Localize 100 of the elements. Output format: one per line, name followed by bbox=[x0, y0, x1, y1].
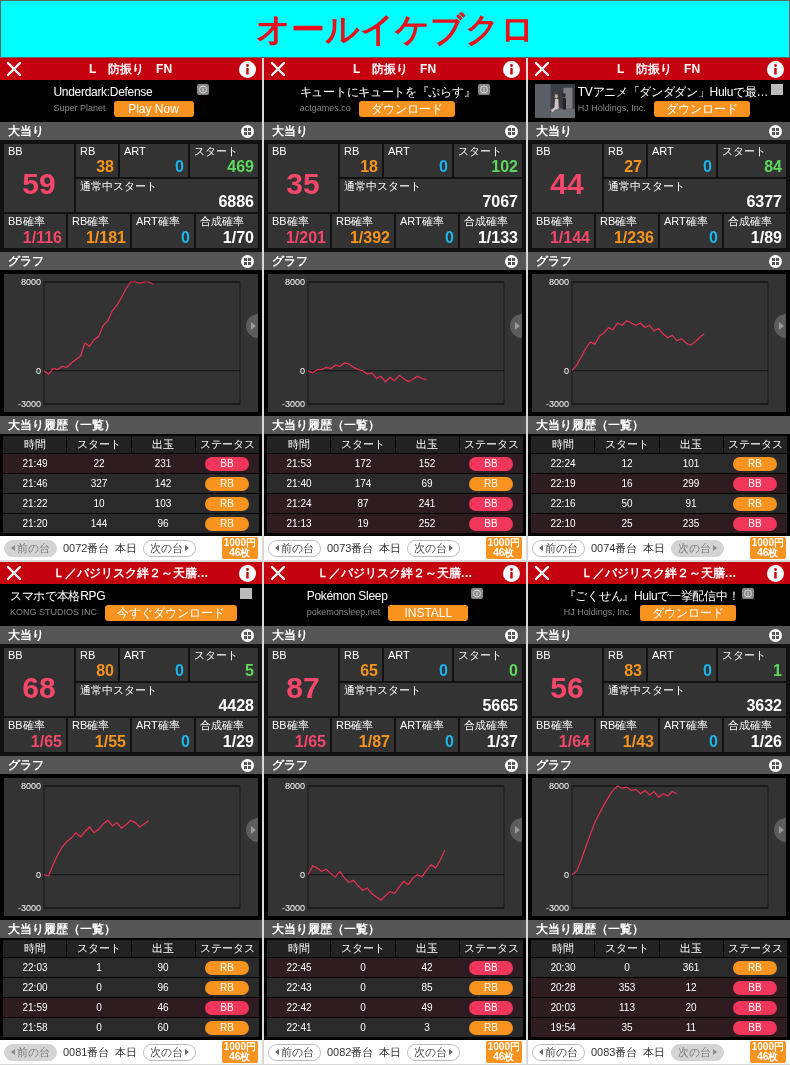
machine-title: Ｌ／バジリスク絆２～天膳… bbox=[316, 565, 473, 582]
next-graph-handle[interactable] bbox=[774, 818, 786, 842]
ad-info-icon[interactable] bbox=[478, 84, 491, 95]
next-graph-handle[interactable] bbox=[510, 818, 522, 842]
next-machine-button[interactable]: 次の台 bbox=[143, 1043, 197, 1061]
next-machine-button[interactable]: 次の台 bbox=[143, 539, 197, 557]
column-header: スタート bbox=[67, 436, 131, 453]
ad-cta-button[interactable]: ダウンロード bbox=[358, 100, 455, 117]
stat-value: 6886 bbox=[218, 194, 254, 210]
stat-label: BB確率 bbox=[8, 720, 46, 731]
ad-info-icon[interactable] bbox=[742, 588, 755, 599]
column-header: 出玉 bbox=[131, 940, 195, 957]
table-cell-text: 60 bbox=[156, 1022, 170, 1033]
ad-choice-icon[interactable] bbox=[771, 84, 784, 95]
grid-icon[interactable] bbox=[769, 758, 782, 772]
column-header: スタート bbox=[595, 436, 659, 453]
grid-icon[interactable] bbox=[769, 628, 782, 642]
grid-icon[interactable] bbox=[769, 124, 782, 138]
stat-label: BB確率 bbox=[8, 216, 46, 227]
ad-cta-button[interactable]: 今すぐダウンロード bbox=[105, 604, 237, 621]
caret-icon bbox=[185, 545, 190, 551]
stat-value: 1/181 bbox=[85, 230, 126, 246]
close-icon[interactable] bbox=[6, 61, 22, 77]
table-cell-text: 19 bbox=[356, 518, 370, 529]
axis-tick-label: 8000 bbox=[20, 277, 41, 287]
close-icon[interactable] bbox=[534, 565, 550, 581]
stat-value: 1/87 bbox=[358, 734, 390, 750]
info-icon[interactable] bbox=[503, 60, 520, 78]
table-cell-text: 12 bbox=[620, 458, 634, 469]
next-graph-handle[interactable] bbox=[774, 314, 786, 338]
stat-label: RB確率 bbox=[336, 216, 375, 227]
info-icon[interactable] bbox=[503, 564, 520, 582]
grid-icon[interactable] bbox=[769, 254, 782, 268]
ad-advertiser: Super Planet bbox=[53, 104, 106, 113]
table-cell-text: 42 bbox=[420, 962, 434, 973]
axis-tick-label: -3000 bbox=[281, 903, 305, 913]
column-header: 時間 bbox=[531, 436, 595, 453]
axis-tick-label: 8000 bbox=[284, 781, 305, 791]
column-header: スタート bbox=[331, 436, 395, 453]
table-cell-text: 21:58 bbox=[21, 1022, 49, 1033]
stat-value: 1/89 bbox=[750, 230, 782, 246]
ad-info-icon[interactable] bbox=[196, 84, 209, 95]
next-machine-button[interactable]: 次の台 bbox=[407, 539, 461, 557]
close-icon[interactable] bbox=[270, 61, 286, 77]
info-icon[interactable] bbox=[767, 60, 784, 78]
grid-icon[interactable] bbox=[505, 254, 518, 268]
grid-icon[interactable] bbox=[505, 124, 518, 138]
stat-value: 83 bbox=[624, 663, 642, 679]
grid-icon[interactable] bbox=[505, 628, 518, 642]
previous-machine-button[interactable]: 前の台 bbox=[268, 1043, 321, 1061]
grid-icon[interactable] bbox=[241, 628, 254, 642]
status-badge: RB bbox=[469, 1020, 513, 1035]
ad-cta-button[interactable]: Play Now bbox=[113, 100, 194, 117]
next-graph-handle[interactable] bbox=[246, 818, 258, 842]
ad-cta-button[interactable]: ダウンロード bbox=[653, 100, 750, 117]
column-header: 時間 bbox=[3, 436, 67, 453]
status-badge: BB bbox=[733, 476, 777, 491]
grid-icon[interactable] bbox=[241, 758, 254, 772]
info-icon[interactable] bbox=[239, 60, 256, 78]
stat-value: 4428 bbox=[218, 698, 254, 714]
grid-icon[interactable] bbox=[505, 758, 518, 772]
table-cell-text: 96 bbox=[156, 518, 170, 529]
table-cell-text: 22:16 bbox=[549, 498, 577, 509]
stat-label: RB bbox=[608, 650, 625, 661]
table-cell-text: 142 bbox=[153, 478, 173, 489]
previous-machine-button[interactable]: 前の台 bbox=[268, 539, 321, 557]
status-badge: BB bbox=[205, 1000, 249, 1015]
section-title: グラフ bbox=[536, 255, 572, 267]
status-badge: BB bbox=[733, 980, 777, 995]
stat-value: 1/236 bbox=[613, 230, 654, 246]
machine-number: 0073番台 bbox=[327, 542, 374, 554]
axis-tick-label: -3000 bbox=[281, 399, 305, 409]
next-machine-button[interactable]: 次の台 bbox=[407, 1043, 461, 1061]
grid-icon[interactable] bbox=[241, 254, 254, 268]
ad-info-icon[interactable] bbox=[471, 588, 484, 599]
machine-number: 0082番台 bbox=[327, 1046, 374, 1058]
table-cell-text: 0 bbox=[359, 962, 367, 973]
close-icon[interactable] bbox=[270, 565, 286, 581]
previous-machine-button[interactable]: 前の台 bbox=[532, 539, 585, 557]
status-badge: BB bbox=[469, 496, 513, 511]
next-graph-handle[interactable] bbox=[510, 314, 522, 338]
stat-value: 7067 bbox=[482, 194, 518, 210]
info-icon[interactable] bbox=[239, 564, 256, 582]
previous-machine-button[interactable]: 前の台 bbox=[532, 1043, 585, 1061]
close-icon[interactable] bbox=[534, 61, 550, 77]
ad-headline: Underdark:Defense bbox=[53, 85, 153, 98]
column-header: ステータス bbox=[723, 940, 787, 957]
close-icon[interactable] bbox=[6, 565, 22, 581]
table-cell-text: 21:53 bbox=[285, 458, 313, 469]
stat-label: RB確率 bbox=[72, 720, 111, 731]
grid-icon[interactable] bbox=[241, 124, 254, 138]
ad-advertiser: HJ Holdings, Inc. bbox=[577, 104, 646, 113]
info-icon[interactable] bbox=[767, 564, 784, 582]
stat-label: ART bbox=[652, 146, 675, 157]
table-cell-text: 174 bbox=[353, 478, 373, 489]
ad-cta-button[interactable]: INSTALL bbox=[388, 604, 469, 621]
stat-value: 102 bbox=[491, 159, 518, 175]
ad-cta-button[interactable]: ダウンロード bbox=[639, 604, 736, 621]
next-graph-handle[interactable] bbox=[246, 314, 258, 338]
rate-badge-text: 1000円 bbox=[223, 1042, 256, 1052]
